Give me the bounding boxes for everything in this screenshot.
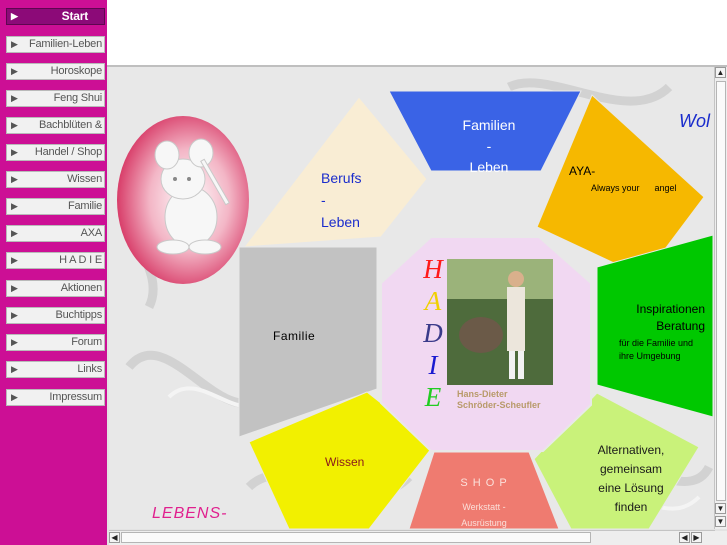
play-arrow-icon: ▶ <box>11 93 18 103</box>
play-arrow-icon: ▶ <box>11 39 18 49</box>
corner-text-bottom: LEBENS- <box>152 505 228 522</box>
aya-subtitle: Always your angel <box>591 183 677 193</box>
nav-item-handel-shop[interactable]: ▶ Handel / Shop <box>6 144 105 161</box>
nav-item-horoskope[interactable]: ▶ Horoskope <box>6 63 105 80</box>
play-arrow-icon: ▶ <box>11 120 18 130</box>
nav-item-familien-leben[interactable]: ▶ Familien-Leben <box>6 36 105 53</box>
nav-item-axa[interactable]: ▶ AXA <box>6 225 105 242</box>
play-arrow-icon: ▶ <box>11 147 18 157</box>
hadie-letters: H A D I E <box>423 254 443 412</box>
horizontal-scrollbar[interactable]: ◀ ◀ ▶ <box>109 530 715 545</box>
play-arrow-icon: ▶ <box>11 174 18 184</box>
wissen-label: Wissen <box>325 455 365 469</box>
nav-item-forum[interactable]: ▶ Forum <box>6 334 105 351</box>
nav-item-aktionen[interactable]: ▶ Aktionen <box>6 280 105 297</box>
scroll-down-icon[interactable]: ▼ <box>715 503 726 514</box>
nav-item-hadie[interactable]: ▶ H A D I E <box>6 252 105 269</box>
vertical-scroll-thumb[interactable] <box>716 81 726 501</box>
nav-item-bachblueten[interactable]: ▶ Bachblüten & <box>6 117 105 134</box>
scroll-up-icon[interactable]: ▲ <box>715 67 726 78</box>
alternativen-label: Alternativen, gemeinsam eine Lösung find… <box>597 443 665 514</box>
play-arrow-icon: ▶ <box>11 255 18 265</box>
inspirationen-label: Inspirationen Beratung <box>636 302 705 333</box>
play-arrow-icon: ▶ <box>11 11 18 21</box>
corner-text-top: Wol <box>679 111 710 131</box>
nav-item-start[interactable]: ▶ Start <box>6 8 105 25</box>
scroll-right-icon[interactable]: ▶ <box>691 532 702 543</box>
familie-label: Familie <box>273 329 316 343</box>
content-area: Familien - Leben Berufs - Leben AYA- Alw… <box>109 67 715 529</box>
play-arrow-icon: ▶ <box>11 337 18 347</box>
play-arrow-icon: ▶ <box>11 228 18 238</box>
nav-item-feng-shui[interactable]: ▶ Feng Shui <box>6 90 105 107</box>
play-arrow-icon: ▶ <box>11 66 18 76</box>
play-arrow-icon: ▶ <box>11 392 18 402</box>
nav-item-impressum[interactable]: ▶ Impressum <box>6 389 105 406</box>
nav-item-wissen[interactable]: ▶ Wissen <box>6 171 105 188</box>
shop-label: S H O P <box>460 477 508 489</box>
sidebar: ▶ Start ▶ Familien-Leben ▶ Horoskope ▶ Feng … <box>0 0 107 545</box>
scroll-left-icon[interactable]: ◀ <box>679 532 690 543</box>
content-frame: Familien - Leben Berufs - Leben AYA- Alw… <box>107 65 727 545</box>
scroll-left-icon[interactable]: ◀ <box>109 532 120 543</box>
vertical-scrollbar[interactable]: ▲ ▼ ▼ <box>714 67 727 529</box>
play-arrow-icon: ▶ <box>11 364 18 374</box>
familien-leben-label: Familien - Leben <box>462 117 516 175</box>
scroll-down-icon[interactable]: ▼ <box>715 516 726 527</box>
photo-caption: Hans-Dieter Schröder-Scheufler <box>457 389 541 410</box>
shop-sub: Werkstatt - Ausrüstung <box>461 502 507 528</box>
horizontal-scroll-thumb[interactable] <box>121 532 591 543</box>
play-arrow-icon: ▶ <box>11 310 18 320</box>
play-arrow-icon: ▶ <box>11 283 18 293</box>
nav-item-buchtipps[interactable]: ▶ Buchtipps <box>6 307 105 324</box>
inspirationen-sub: für die Familie und ihre Umgebung <box>619 338 694 361</box>
scrollbar-corner <box>715 531 727 545</box>
berufs-leben-label: Berufs - Leben <box>321 170 362 230</box>
play-arrow-icon: ▶ <box>11 201 18 211</box>
nav-item-links[interactable]: ▶ Links <box>6 361 105 378</box>
nav-item-familie[interactable]: ▶ Familie <box>6 198 105 215</box>
aya-title: AYA- <box>569 164 596 178</box>
